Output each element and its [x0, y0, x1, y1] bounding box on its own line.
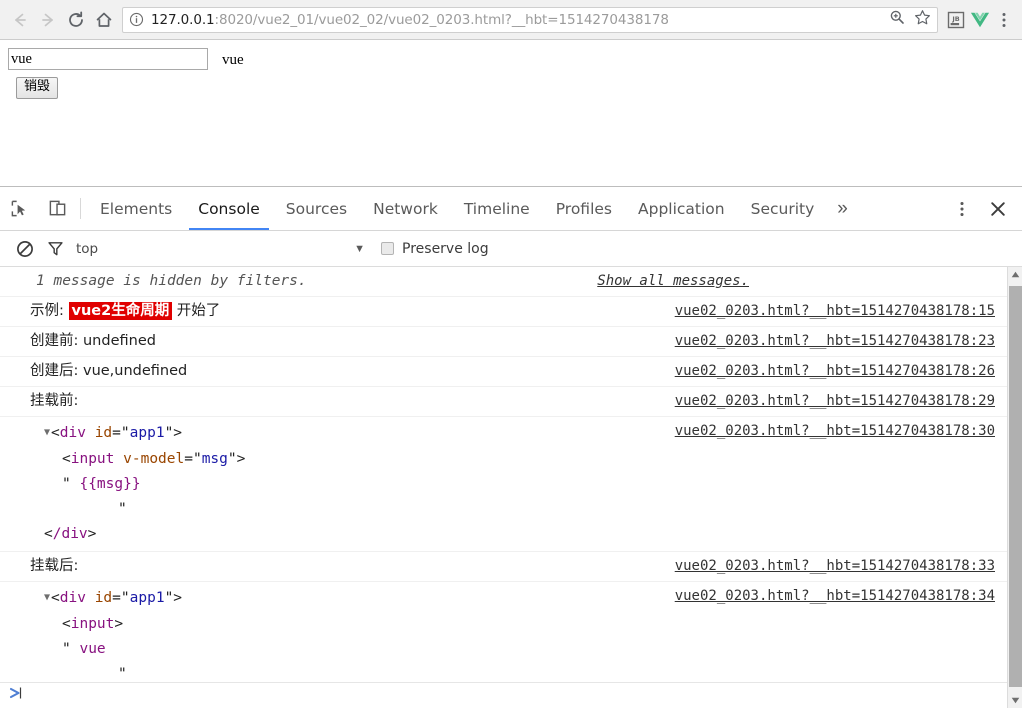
scroll-up-arrow-icon[interactable]	[1008, 267, 1022, 282]
message-source-link[interactable]: vue02_0203.html?__hbt=1514270438178:23	[675, 331, 995, 352]
dom-child-tag-name: input	[70, 451, 115, 467]
svg-text:JB: JB	[951, 15, 959, 23]
tab-sources[interactable]: Sources	[273, 187, 360, 230]
dom-text-node-line: " {{msg}}	[62, 476, 141, 492]
console-prompt-arrow-icon	[9, 685, 29, 706]
page-content: vue 销毁	[0, 40, 1022, 186]
message-text: 挂载前:	[30, 393, 79, 409]
message-prefix: 示例:	[30, 303, 69, 319]
zoom-in-icon[interactable]	[889, 9, 905, 30]
tab-network[interactable]: Network	[360, 187, 451, 230]
message-source-link[interactable]: vue02_0203.html?__hbt=1514270438178:15	[675, 301, 995, 322]
url-host: 127.0.0.1	[151, 11, 215, 28]
message-suffix: 开始了	[172, 303, 221, 319]
vue-app-root: vue	[8, 48, 1014, 72]
filter-notice-text: 1 message is hidden by filters.	[36, 273, 307, 289]
tab-timeline[interactable]: Timeline	[451, 187, 543, 230]
dom-text-node: {{msg}}	[79, 476, 141, 492]
dom-attr-value: app1	[129, 590, 165, 606]
console-message-row[interactable]: 示例: vue2生命周期 开始了 vue02_0203.html?__hbt=1…	[0, 297, 1007, 327]
jb-extension-icon[interactable]: JB	[944, 6, 968, 34]
console-message-row[interactable]: 创建后: vue,undefined vue02_0203.html?__hbt…	[0, 357, 1007, 387]
message-badge: vue2生命周期	[68, 302, 173, 320]
devtools-tabbar: Elements Console Sources Network Timelin…	[0, 187, 1022, 231]
reload-icon[interactable]	[62, 6, 90, 34]
message-text: 挂载后:	[30, 558, 79, 574]
toggle-device-toolbar-icon[interactable]	[38, 187, 76, 230]
dom-text-node-line: " vue	[62, 641, 106, 657]
clear-console-icon[interactable]	[10, 240, 40, 258]
scrollbar-track[interactable]	[1008, 282, 1022, 693]
dom-text-node: vue	[79, 641, 106, 657]
preserve-log-box-icon[interactable]	[381, 242, 395, 255]
destroy-button[interactable]: 销毁	[16, 77, 59, 99]
devtools-menu-icon[interactable]	[946, 187, 978, 231]
dom-text-node-close-quote: "	[118, 501, 127, 517]
browser-toolbar: 127.0.0.1:8020/vue2_01/vue02_02/vue02_02…	[0, 0, 1022, 40]
forward-icon[interactable]	[34, 6, 62, 34]
preserve-log-label: Preserve log	[402, 240, 489, 257]
execution-context-select[interactable]: top	[76, 241, 98, 257]
console-filter-notice: 1 message is hidden by filters. Show all…	[0, 267, 1007, 297]
message-source-link[interactable]: vue02_0203.html?__hbt=1514270438178:29	[675, 391, 995, 412]
console-message-row[interactable]: 挂载前: vue02_0203.html?__hbt=1514270438178…	[0, 387, 1007, 417]
message-source-link[interactable]: vue02_0203.html?__hbt=1514270438178:30	[675, 421, 995, 442]
url-path: :8020/vue2_01/vue02_02/vue02_0203.html?_…	[214, 11, 669, 28]
message-source-link[interactable]: vue02_0203.html?__hbt=1514270438178:26	[675, 361, 995, 382]
console-scroll-area: 1 message is hidden by filters. Show all…	[0, 267, 1007, 708]
tab-profiles[interactable]: Profiles	[543, 187, 625, 230]
dom-close-tag-line: </div>	[44, 526, 97, 542]
dom-child-attr-value: msg	[201, 451, 228, 467]
back-icon[interactable]	[6, 6, 34, 34]
dom-attr-name: id	[94, 590, 113, 606]
more-tabs-icon[interactable]: »	[827, 187, 858, 230]
browser-menu-icon[interactable]	[992, 6, 1016, 34]
show-all-messages-link[interactable]: Show all messages.	[597, 271, 749, 292]
dom-tag-name: div	[59, 425, 86, 441]
message-source-link[interactable]: vue02_0203.html?__hbt=1514270438178:33	[675, 556, 995, 577]
tab-application[interactable]: Application	[625, 187, 738, 230]
close-icon[interactable]	[982, 187, 1014, 231]
dom-child-tag-line[interactable]: <input>	[30, 612, 1007, 637]
url-text: 127.0.0.1:8020/vue2_01/vue02_02/vue02_02…	[151, 12, 669, 28]
expand-triangle-icon[interactable]: ▼	[44, 420, 50, 445]
console-message-list: 1 message is hidden by filters. Show all…	[0, 267, 1022, 708]
home-icon[interactable]	[90, 6, 118, 34]
msg-input[interactable]	[8, 48, 208, 70]
dom-child-attr-name: v-model	[123, 451, 185, 467]
console-prompt[interactable]	[0, 682, 1007, 708]
tab-security[interactable]: Security	[738, 187, 828, 230]
tab-console[interactable]: Console	[185, 187, 273, 230]
dom-close-tag-name: /div	[52, 526, 88, 542]
message-text: 创建前: undefined	[30, 333, 156, 349]
message-text: 创建后: vue,undefined	[30, 363, 188, 379]
devtools-panel: Elements Console Sources Network Timelin…	[0, 186, 1022, 708]
console-scrollbar[interactable]	[1007, 267, 1022, 708]
scroll-down-arrow-icon[interactable]	[1008, 693, 1022, 708]
address-bar[interactable]: 127.0.0.1:8020/vue2_01/vue02_02/vue02_02…	[122, 6, 938, 33]
dom-attr-value: app1	[129, 425, 165, 441]
scrollbar-thumb[interactable]	[1008, 286, 1022, 687]
dom-child-tag-line[interactable]: <input v-model="msg">	[30, 447, 1007, 472]
console-dom-message-row[interactable]: vue02_0203.html?__hbt=1514270438178:30 ▼…	[0, 417, 1007, 552]
message-source-link[interactable]: vue02_0203.html?__hbt=1514270438178:34	[675, 586, 995, 607]
toolbar-divider	[80, 198, 81, 219]
info-circle-icon[interactable]	[129, 12, 144, 27]
dom-attr-name: id	[94, 425, 113, 441]
filter-funnel-icon[interactable]	[40, 240, 70, 257]
star-icon[interactable]	[914, 9, 931, 31]
dom-tag-name: div	[59, 590, 86, 606]
console-message-row[interactable]: 创建前: undefined vue02_0203.html?__hbt=151…	[0, 327, 1007, 357]
console-filter-toolbar: top ▼ Preserve log	[0, 231, 1022, 267]
log-level-caret-icon[interactable]: ▼	[354, 243, 365, 255]
expand-triangle-icon[interactable]: ▼	[44, 585, 50, 610]
inspect-element-icon[interactable]	[0, 187, 38, 230]
msg-bound-text: vue	[222, 52, 244, 68]
dom-child-tag-name: input	[70, 616, 115, 632]
tab-elements[interactable]: Elements	[87, 187, 185, 230]
vue-devtools-icon[interactable]	[968, 6, 992, 34]
console-message-row[interactable]: 挂载后: vue02_0203.html?__hbt=1514270438178…	[0, 552, 1007, 582]
preserve-log-checkbox[interactable]: Preserve log	[381, 241, 489, 257]
